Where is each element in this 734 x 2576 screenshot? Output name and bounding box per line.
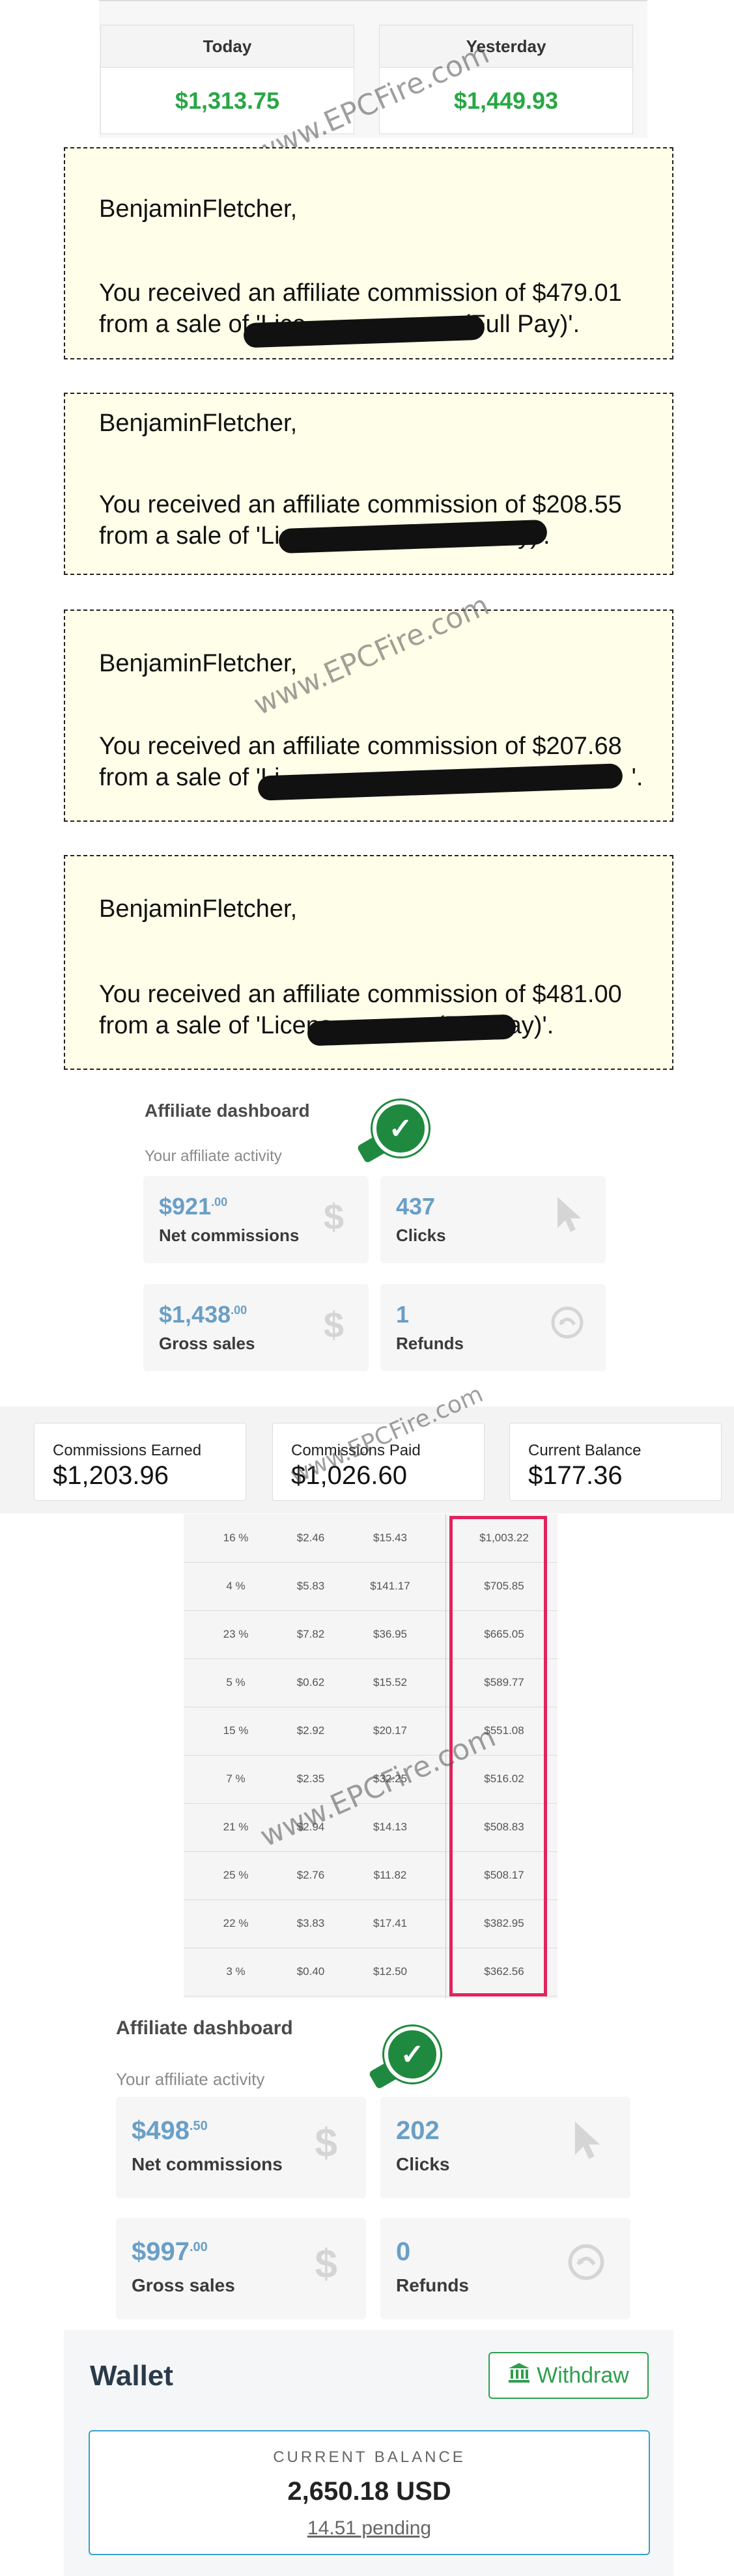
balance-value: 2,650.18 USD — [287, 2477, 451, 2506]
gross-sales-value: $1,438.00 — [159, 1301, 247, 1328]
table-cell: $141.17 — [370, 1580, 410, 1592]
notice-recipient: BenjaminFletcher, — [99, 410, 298, 437]
table-cell: $0.62 — [296, 1676, 325, 1688]
table-cell: $2.76 — [296, 1869, 325, 1881]
pending-link[interactable]: 14.51 pending — [90, 2517, 649, 2540]
commissions-earned-card: Commissions Earned $1,203.96 — [34, 1423, 246, 1501]
current-balance-box: CURRENT BALANCE 2,650.18 USD 14.51 pendi… — [89, 2430, 650, 2555]
clicks-value: 202 — [396, 2116, 440, 2145]
notice-line1: You received an affiliate commission of … — [99, 733, 622, 760]
dashboard-title: Affiliate dashboard — [116, 2017, 293, 2039]
net-commissions-label: Net commissions — [159, 1225, 300, 1245]
check-icon: ✓ — [384, 2026, 440, 2082]
table-cell: $15.43 — [373, 1532, 407, 1544]
current-balance-card: Current Balance $177.36 — [509, 1423, 722, 1501]
current-balance-label: Current Balance — [528, 1442, 642, 1459]
table-cell: $2.35 — [296, 1772, 325, 1785]
table-cell: 23 % — [223, 1628, 249, 1640]
notice-line2-tail: '. — [631, 764, 643, 791]
commissions-earned-label: Commissions Earned — [53, 1442, 202, 1459]
commissions-earned-value: $1,203.96 — [53, 1461, 169, 1490]
dashboard-subtitle: Your affiliate activity — [145, 1147, 282, 1165]
notice-line2: from a sale of 'Lic — [99, 522, 292, 550]
refunds-label: Refunds — [396, 1334, 464, 1353]
withdraw-label: Withdraw — [537, 2362, 629, 2388]
table-cell: $15.52 — [373, 1676, 407, 1688]
net-commissions-card: $921.00 Net commissions $ — [143, 1176, 369, 1263]
net-commissions-card: $498.50 Net commissions $ — [116, 2097, 366, 2198]
table-cell: $2.46 — [296, 1532, 325, 1544]
gross-sales-label: Gross sales — [159, 1334, 255, 1353]
table-cell: 7 % — [226, 1772, 246, 1785]
gross-sales-card: $1,438.00 Gross sales $ — [143, 1284, 369, 1371]
notice-recipient: BenjaminFletcher, — [99, 895, 298, 923]
bank-icon — [508, 2362, 530, 2389]
refunds-card: 0 Refunds — [380, 2218, 630, 2319]
table-cell: 21 % — [223, 1821, 249, 1833]
dashboard-subtitle: Your affiliate activity — [116, 2069, 265, 2089]
table-cell: $11.82 — [373, 1869, 407, 1881]
net-commissions-label: Net commissions — [132, 2154, 283, 2174]
gross-sales-label: Gross sales — [132, 2275, 235, 2295]
table-cell: 22 % — [223, 1917, 249, 1929]
dashboard-title: Affiliate dashboard — [145, 1100, 310, 1121]
refund-icon — [551, 1306, 584, 1342]
clicks-label: Clicks — [396, 1225, 446, 1245]
clicks-card: 437 Clicks — [380, 1176, 606, 1263]
wallet-panel: Wallet Withdraw CURRENT BALANCE 2,650.18… — [64, 2330, 673, 2576]
notice-line2: from a sale of 'Licens — [99, 1012, 332, 1039]
gross-sales-value: $997.00 — [132, 2237, 208, 2266]
table-cell: 25 % — [223, 1869, 249, 1881]
cursor-icon — [555, 1196, 584, 1238]
net-commissions-value: $921.00 — [159, 1193, 228, 1220]
table-cell: 3 % — [226, 1965, 246, 1978]
gross-sales-card: $997.00 Gross sales $ — [116, 2218, 366, 2319]
table-cell: $36.95 — [373, 1628, 407, 1640]
table-cell: $0.40 — [296, 1965, 325, 1978]
refunds-card: 1 Refunds — [380, 1284, 606, 1371]
commission-notice: BenjaminFletcher, You received an affili… — [64, 147, 673, 359]
notice-recipient: BenjaminFletcher, — [99, 650, 298, 677]
check-icon: ✓ — [373, 1100, 429, 1156]
commission-notice: BenjaminFletcher, You received an affili… — [64, 855, 673, 1070]
dollar-icon: $ — [323, 1304, 344, 1345]
dollar-icon: $ — [323, 1196, 344, 1237]
clicks-value: 437 — [396, 1193, 436, 1220]
dollar-icon: $ — [315, 2242, 337, 2287]
table-cell: $2.92 — [296, 1724, 325, 1737]
table-cell: $14.13 — [373, 1821, 407, 1833]
refunds-value: 0 — [396, 2237, 411, 2266]
table-cell: $17.41 — [373, 1917, 407, 1929]
table-cell: 4 % — [226, 1580, 246, 1592]
withdraw-button[interactable]: Withdraw — [488, 2352, 649, 2399]
clicks-card: 202 Clicks — [380, 2097, 630, 2198]
refunds-value: 1 — [396, 1301, 410, 1328]
current-balance-value: $177.36 — [528, 1461, 623, 1490]
table-cell: 5 % — [226, 1676, 246, 1688]
table-cell: $7.82 — [296, 1628, 325, 1640]
refund-icon — [568, 2244, 604, 2284]
notice-line1: You received an affiliate commission of … — [99, 279, 622, 307]
today-label: Today — [101, 25, 354, 68]
notice-line2: from a sale of 'Li — [99, 764, 280, 791]
cursor-icon — [572, 2120, 603, 2165]
yesterday-label: Yesterday — [380, 25, 632, 68]
table-cell: $12.50 — [373, 1965, 407, 1978]
notice-line1: You received an affiliate commission of … — [99, 491, 622, 518]
table-cell: $20.17 — [373, 1724, 407, 1737]
notice-line1: You received an affiliate commission of … — [99, 981, 622, 1008]
refunds-label: Refunds — [396, 2275, 469, 2295]
notice-recipient: BenjaminFletcher, — [99, 195, 298, 223]
clicks-label: Clicks — [396, 2154, 450, 2174]
table-cell: 16 % — [223, 1532, 249, 1544]
dollar-icon: $ — [315, 2121, 337, 2166]
balance-label: CURRENT BALANCE — [273, 2448, 466, 2466]
table-cell: 15 % — [223, 1724, 249, 1737]
commission-notice: BenjaminFletcher, You received an affili… — [64, 393, 673, 575]
wallet-title: Wallet — [90, 2360, 173, 2392]
table-cell: $3.83 — [296, 1917, 325, 1929]
net-commissions-value: $498.50 — [132, 2116, 208, 2145]
table-cell: $5.83 — [296, 1580, 325, 1592]
